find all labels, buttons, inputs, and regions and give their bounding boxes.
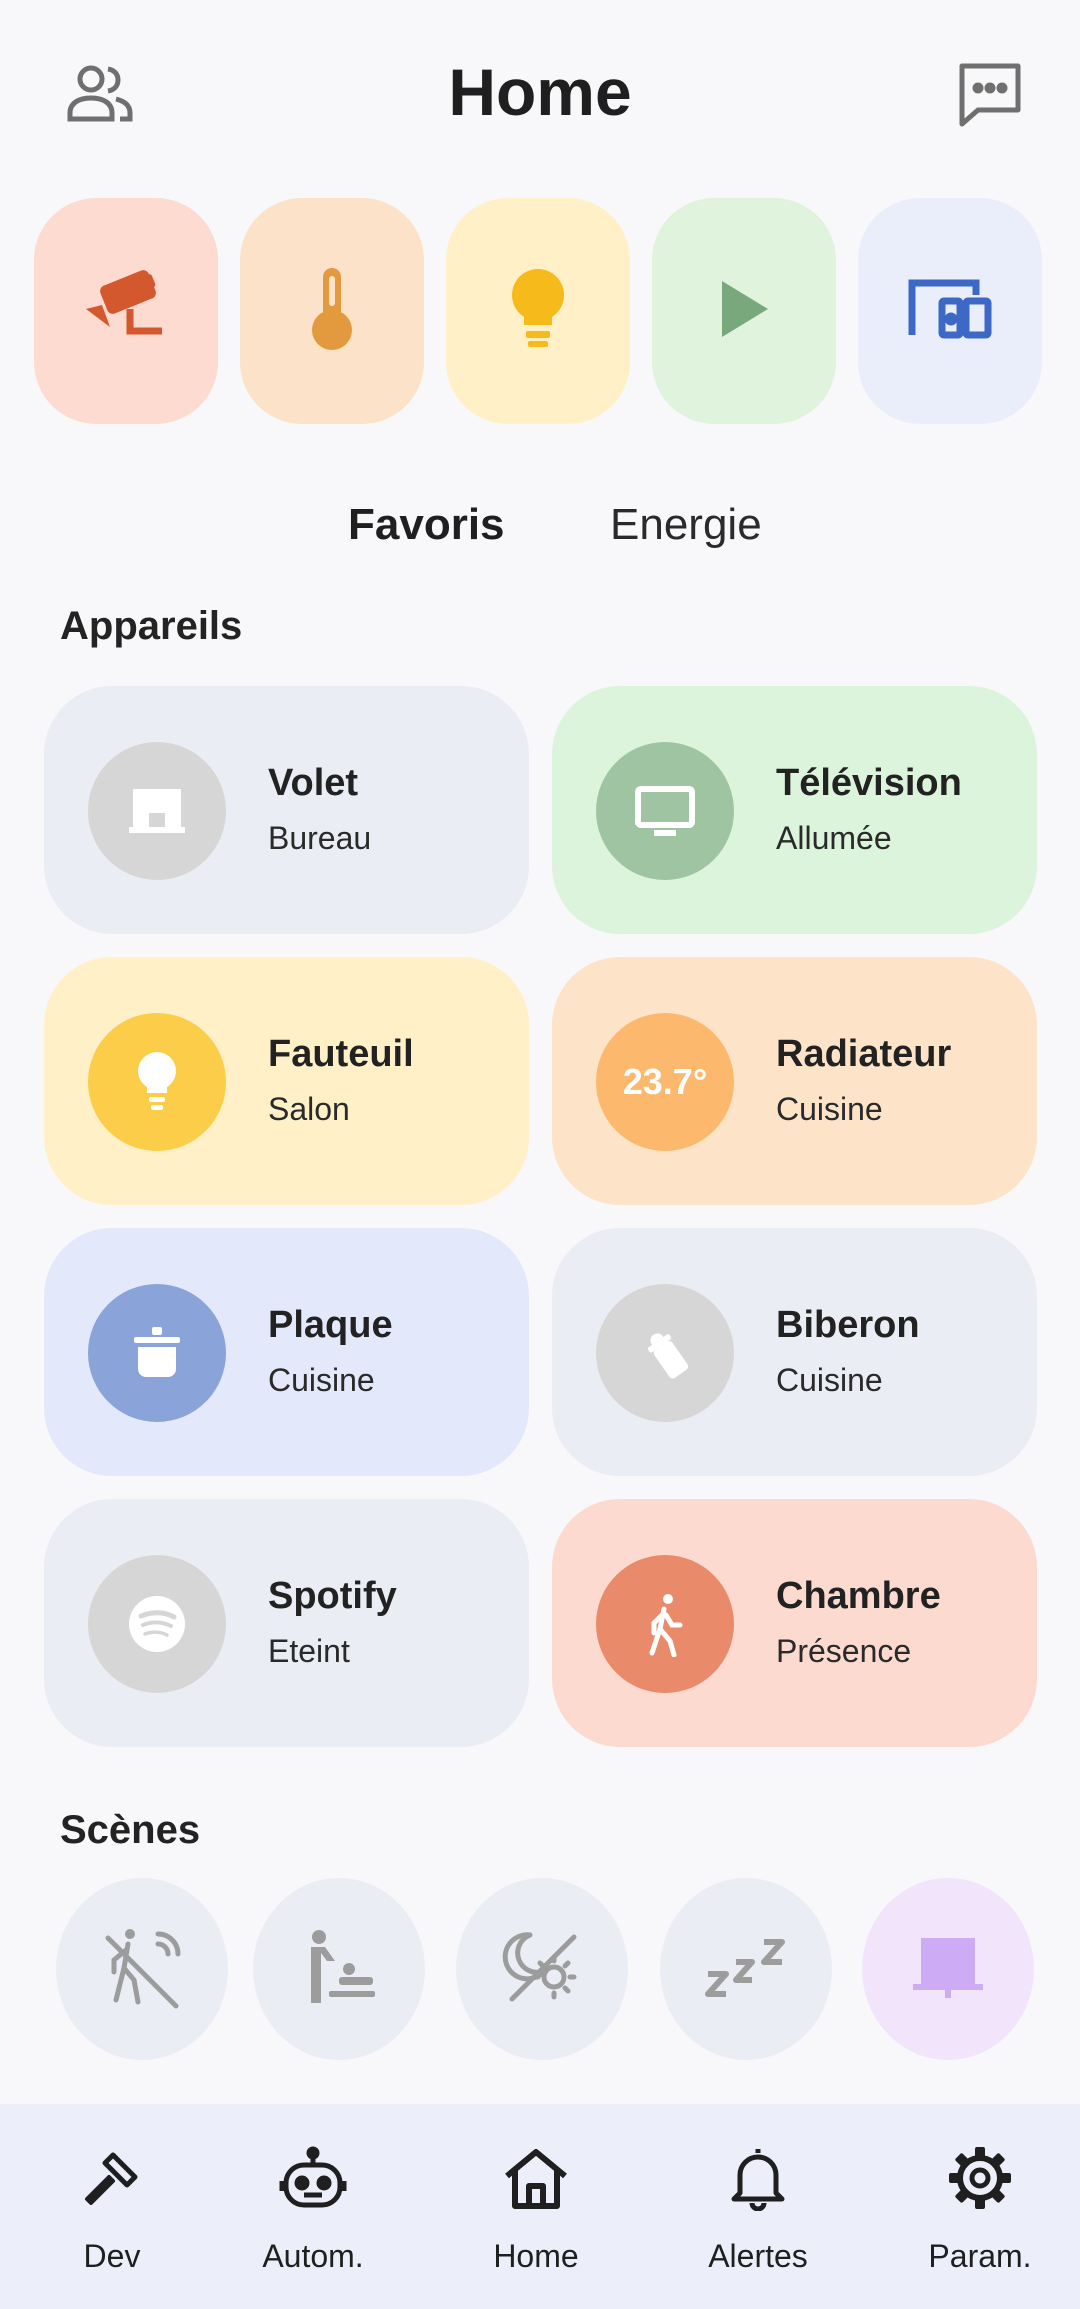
walking-person-icon — [596, 1555, 734, 1693]
security-camera-icon — [80, 269, 172, 354]
device-status: Bureau — [268, 820, 372, 856]
nav-item-dev[interactable]: Dev — [4, 2104, 220, 2309]
device-status: Allumée — [776, 820, 892, 856]
device-status: Cuisine — [268, 1362, 375, 1398]
nav-item-param[interactable]: Param. — [872, 2104, 1080, 2309]
device-card-television[interactable]: Télévision Allumée — [552, 686, 1037, 934]
shutter-icon — [911, 1934, 985, 2005]
spotify-icon — [88, 1555, 226, 1693]
nav-label: Autom. — [262, 2238, 364, 2274]
device-name: Biberon — [776, 1304, 920, 1346]
tab-energie[interactable]: Energie — [610, 500, 762, 550]
thermometer-icon — [307, 264, 357, 359]
device-name: Télévision — [776, 762, 962, 804]
home-icon — [428, 2140, 644, 2216]
nav-label: Home — [493, 2238, 579, 2274]
sleep-icon — [704, 1936, 788, 2003]
hammer-icon — [4, 2140, 220, 2216]
device-name: Plaque — [268, 1304, 393, 1346]
nav-label: Param. — [928, 2238, 1032, 2274]
device-status: Présence — [776, 1633, 912, 1669]
device-name: Fauteuil — [268, 1033, 414, 1075]
device-card-spotify[interactable]: Spotify Eteint — [44, 1499, 529, 1747]
device-name: Spotify — [268, 1575, 397, 1617]
device-name: Chambre — [776, 1575, 941, 1617]
device-card-radiateur[interactable]: 23.7° Radiateur Cuisine — [552, 957, 1037, 1205]
lightbulb-icon — [88, 1013, 226, 1151]
section-title-devices: Appareils — [60, 604, 243, 648]
scene-baby-changing[interactable] — [253, 1878, 425, 2060]
temperature-value: 23.7° — [622, 1061, 708, 1102]
devices-icon — [906, 275, 994, 348]
device-status: Eteint — [268, 1633, 350, 1669]
nav-item-home[interactable]: Home — [428, 2104, 644, 2309]
baby-bottle-icon — [596, 1284, 734, 1422]
device-name: Radiateur — [776, 1033, 952, 1075]
lightbulb-icon — [508, 267, 568, 356]
category-lights[interactable] — [446, 198, 630, 424]
play-icon — [716, 277, 772, 346]
tv-icon — [596, 742, 734, 880]
gear-icon — [872, 2140, 1080, 2216]
section-title-scenes: Scènes — [60, 1808, 201, 1852]
night-day-off-icon — [502, 1927, 582, 2012]
category-media[interactable] — [652, 198, 836, 424]
device-status: Salon — [268, 1091, 350, 1127]
message-icon[interactable] — [942, 46, 1038, 142]
nav-item-alertes[interactable]: Alertes — [650, 2104, 866, 2309]
scene-no-presence[interactable] — [56, 1878, 228, 2060]
tab-favoris[interactable]: Favoris — [348, 500, 505, 550]
category-security[interactable] — [34, 198, 218, 424]
device-card-fauteuil[interactable]: Fauteuil Salon — [44, 957, 529, 1205]
category-climate[interactable] — [240, 198, 424, 424]
nav-label: Dev — [83, 2238, 141, 2274]
device-name: Volet — [268, 762, 359, 804]
page-title: Home — [448, 55, 632, 129]
device-card-volet[interactable]: Volet Bureau — [44, 686, 529, 934]
nav-item-autom[interactable]: Autom. — [205, 2104, 421, 2309]
shutter-icon — [88, 742, 226, 880]
device-card-biberon[interactable]: Biberon Cuisine — [552, 1228, 1037, 1476]
scene-sleep[interactable] — [660, 1878, 832, 2060]
device-card-chambre[interactable]: Chambre Présence — [552, 1499, 1037, 1747]
scene-night-day-off[interactable] — [456, 1878, 628, 2060]
robot-icon — [205, 2140, 421, 2216]
temperature-readout: 23.7° — [596, 1013, 734, 1151]
scene-shutters[interactable] — [862, 1878, 1034, 2060]
no-presence-icon — [100, 1924, 184, 2015]
nav-label: Alertes — [708, 2238, 808, 2274]
device-status: Cuisine — [776, 1362, 883, 1398]
category-devices[interactable] — [858, 198, 1042, 424]
device-status: Cuisine — [776, 1091, 883, 1127]
baby-changing-icon — [299, 1927, 379, 2012]
bottom-navigation: Dev Autom. Home Alertes Param. — [0, 2104, 1080, 2309]
device-card-plaque[interactable]: Plaque Cuisine — [44, 1228, 529, 1476]
cooking-pot-icon — [88, 1284, 226, 1422]
bell-icon — [650, 2140, 866, 2216]
